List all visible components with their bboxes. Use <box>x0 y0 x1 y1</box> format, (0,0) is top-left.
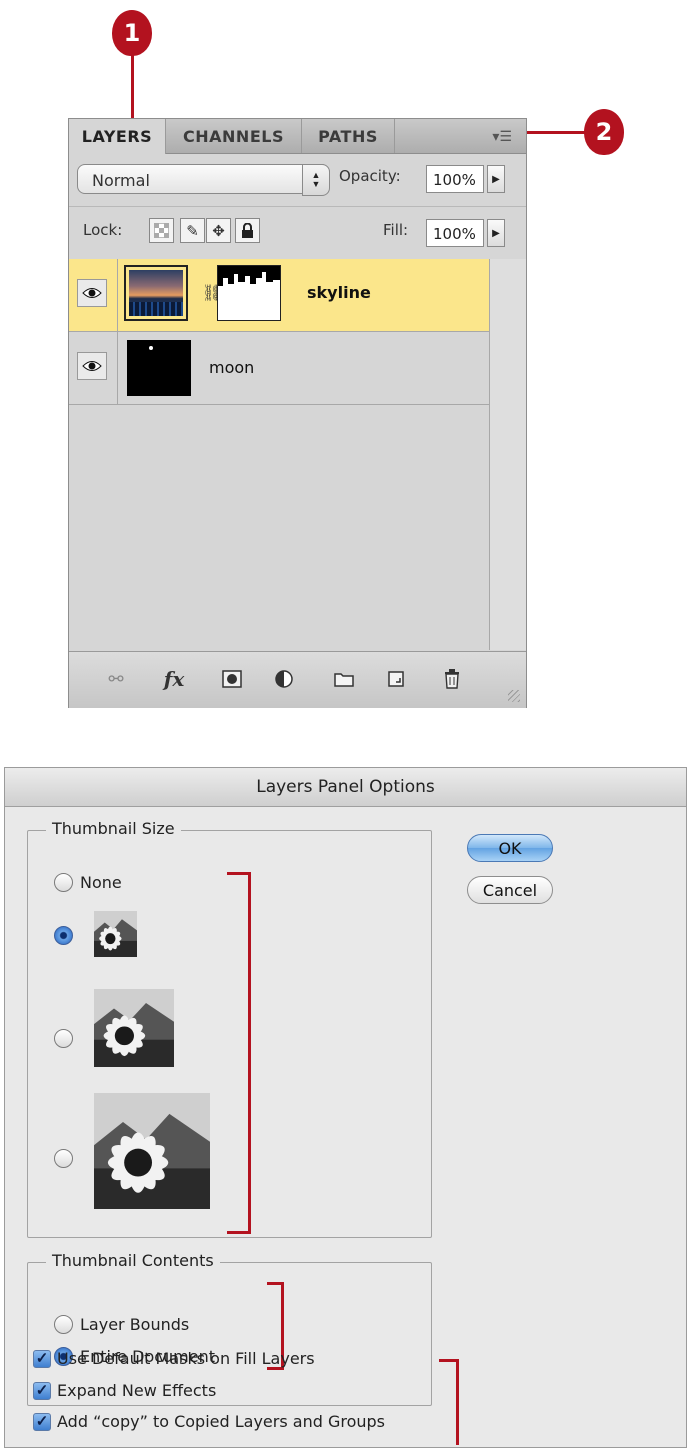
callout-1: 1 <box>112 10 152 56</box>
blend-mode-select[interactable]: Normal ▲ ▼ <box>77 164 330 196</box>
layers-panel: LAYERS CHANNELS PATHS ▾☰ Normal ▲ ▼ Opaci… <box>68 118 527 708</box>
layer-bounds-radio[interactable] <box>54 1315 73 1334</box>
tab-channels[interactable]: CHANNELS <box>166 119 302 153</box>
ok-button[interactable]: OK <box>467 834 553 862</box>
layer-mask-thumbnail[interactable] <box>217 265 281 321</box>
lock-transparent-icon[interactable] <box>149 218 174 243</box>
panel-tab-bar: LAYERS CHANNELS PATHS ▾☰ <box>69 119 526 154</box>
eye-icon[interactable] <box>77 352 107 380</box>
use-default-masks-label[interactable]: Use Default Masks on Fill Layers <box>57 1349 315 1368</box>
select-arrows-icon: ▲ ▼ <box>302 164 330 196</box>
use-default-masks-checkbox[interactable]: ✓ <box>33 1350 51 1368</box>
dialog-title: Layers Panel Options <box>5 768 686 807</box>
fill-slider-button[interactable]: ▶ <box>487 219 505 247</box>
bracket-3-bottom <box>227 1231 251 1234</box>
eye-icon[interactable] <box>77 279 107 307</box>
bracket-3-vertical <box>248 872 251 1234</box>
thumbnail-medium-preview <box>94 989 174 1067</box>
expand-new-effects-checkbox[interactable]: ✓ <box>33 1382 51 1400</box>
opacity-label: Opacity: <box>339 167 401 185</box>
resize-grip-icon[interactable] <box>508 690 520 702</box>
lock-label: Lock: <box>83 221 123 239</box>
layer-list-scrollbar[interactable] <box>489 259 526 650</box>
blend-mode-value: Normal <box>92 171 150 190</box>
thumbnail-small-radio[interactable] <box>54 926 73 945</box>
cancel-button[interactable]: Cancel <box>467 876 553 904</box>
layer-bounds-label[interactable]: Layer Bounds <box>80 1315 189 1334</box>
panel-bottom-bar: ⚯ fx <box>69 651 526 708</box>
new-group-icon[interactable] <box>331 666 357 692</box>
layer-thumbnail-moon[interactable] <box>127 340 191 396</box>
add-copy-label[interactable]: Add “copy” to Copied Layers and Groups <box>57 1412 385 1431</box>
opacity-slider-button[interactable]: ▶ <box>487 165 505 193</box>
visibility-cell <box>69 332 118 404</box>
layer-row-moon[interactable]: moon <box>69 332 489 405</box>
visibility-cell <box>69 259 118 331</box>
fx-icon[interactable]: fx <box>161 666 187 692</box>
bracket-5-vertical <box>456 1359 459 1445</box>
thumbnail-size-legend: Thumbnail Size <box>46 819 181 838</box>
lock-position-icon[interactable]: ✥ <box>206 218 231 243</box>
layers-panel-options-dialog: Layers Panel Options Thumbnail Size None <box>4 767 687 1448</box>
thumbnail-contents-legend: Thumbnail Contents <box>46 1251 220 1270</box>
fill-label: Fill: <box>383 221 409 239</box>
opacity-input[interactable]: 100% <box>426 165 484 193</box>
trash-icon[interactable] <box>439 666 465 692</box>
layer-name-moon: moon <box>209 358 255 377</box>
thumbnail-size-group: Thumbnail Size None <box>27 819 432 1238</box>
thumbnail-none-label[interactable]: None <box>80 873 122 892</box>
thumbnail-none-radio[interactable] <box>54 873 73 892</box>
callout-2-line <box>520 131 586 134</box>
layer-list: ⛓ skyline moon <box>69 259 489 650</box>
thumbnail-small-preview <box>94 911 137 957</box>
expand-new-effects-label[interactable]: Expand New Effects <box>57 1381 216 1400</box>
panel-menu-icon[interactable]: ▾☰ <box>492 127 512 145</box>
tab-paths[interactable]: PATHS <box>302 119 395 153</box>
thumbnail-large-radio[interactable] <box>54 1149 73 1168</box>
new-layer-icon[interactable] <box>383 666 409 692</box>
blend-row: Normal ▲ ▼ Opacity: 100% ▶ <box>69 154 526 207</box>
chain-icon[interactable]: ⛓ <box>202 283 222 305</box>
lock-row: Lock: ✎ ✥ Fill: 100% ▶ <box>69 207 526 260</box>
thumbnail-medium-radio[interactable] <box>54 1029 73 1048</box>
link-layers-icon[interactable]: ⚯ <box>103 666 129 692</box>
layer-name-skyline: skyline <box>307 283 371 302</box>
lock-image-icon[interactable]: ✎ <box>180 218 205 243</box>
fill-input[interactable]: 100% <box>426 219 484 247</box>
add-mask-icon[interactable] <box>219 666 245 692</box>
layer-row-skyline[interactable]: ⛓ skyline <box>69 259 489 332</box>
thumbnail-large-preview <box>94 1093 210 1209</box>
layer-thumbnail-skyline[interactable] <box>124 265 188 321</box>
callout-2: 2 <box>584 109 624 155</box>
tab-layers[interactable]: LAYERS <box>69 119 166 154</box>
lock-all-icon[interactable] <box>235 218 260 243</box>
add-copy-checkbox[interactable]: ✓ <box>33 1413 51 1431</box>
adjustment-layer-icon[interactable] <box>271 666 297 692</box>
